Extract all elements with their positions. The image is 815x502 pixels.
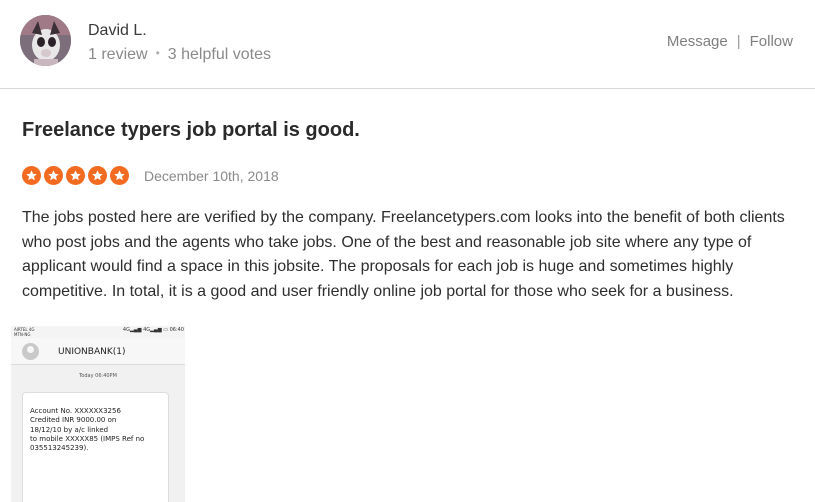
star-icon <box>66 166 85 185</box>
attached-screenshot[interactable]: AIRTEL 4G MTN-NG 4G▂▄▆ 4G▂▄▆ ▭ 06:40 UNI… <box>11 326 185 502</box>
message-button[interactable]: Message <box>667 33 728 50</box>
sms-thread-header: UNIONBANK(1) <box>11 338 185 365</box>
star-icon <box>44 166 63 185</box>
sms-message-text: Account No. XXXXXX3256 Credited INR 9000… <box>30 407 145 453</box>
avatar-photo-icon <box>20 15 71 66</box>
message-timestamp: Today 06:40PM <box>79 373 117 379</box>
reviewer-avatar[interactable] <box>20 15 71 66</box>
contact-avatar-icon <box>22 343 39 360</box>
reviewer-name[interactable]: David L. <box>88 22 147 40</box>
star-icon <box>110 166 129 185</box>
star-icon <box>22 166 41 185</box>
review-title: Freelance typers job portal is good. <box>22 119 360 141</box>
status-indicators: 4G▂▄▆ 4G▂▄▆ ▭ 06:40 <box>122 327 184 333</box>
reviewer-header: David L. 1 review • 3 helpful votes Messag… <box>0 0 815 89</box>
helpful-votes: 3 helpful votes <box>167 46 271 63</box>
star-rating <box>22 166 129 185</box>
contact-name: UNIONBANK(1) <box>58 347 126 357</box>
carrier-label: AIRTEL 4G MTN-NG <box>14 327 35 337</box>
review-date: December 10th, 2018 <box>144 168 279 184</box>
phone-status-bar: AIRTEL 4G MTN-NG 4G▂▄▆ 4G▂▄▆ ▭ 06:40 <box>11 326 185 338</box>
stats-separator: • <box>155 46 160 60</box>
reviewer-actions: Message | Follow <box>667 33 793 50</box>
review-body: The jobs posted here are verified by the… <box>22 209 785 300</box>
reviewer-stats: 1 review • 3 helpful votes <box>88 46 271 64</box>
review-page: David L. 1 review • 3 helpful votes Messag… <box>0 0 815 502</box>
star-icon <box>88 166 107 185</box>
follow-button[interactable]: Follow <box>750 33 793 50</box>
actions-separator: | <box>736 33 741 50</box>
review-count: 1 review <box>88 46 148 63</box>
sms-message-bubble: Account No. XXXXXX3256 Credited INR 9000… <box>22 392 169 502</box>
